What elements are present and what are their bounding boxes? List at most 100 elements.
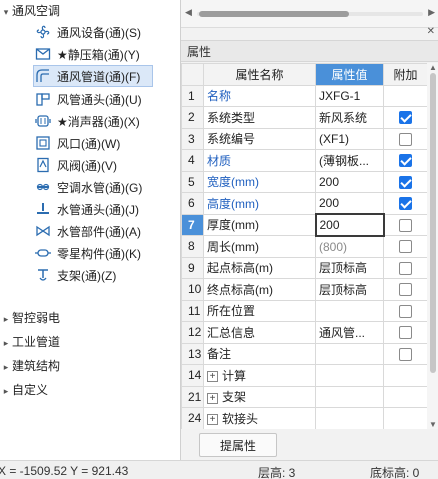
property-row[interactable]: 21 + 支架 [181,385,427,408]
property-value[interactable]: 200 [315,192,384,215]
property-row[interactable]: 6 高度(mm) 200 [181,192,427,215]
tree-group-intelligent-control[interactable]: ▸ 智控弱电 [0,307,60,329]
extra-cell [383,127,427,150]
expand-plus-icon[interactable]: + [207,371,218,383]
property-value[interactable]: 200 [315,170,384,193]
expand-plus-icon[interactable]: + [207,392,218,404]
tree-item-ventilation-equipment[interactable]: 通风设备(通)(S) [34,21,154,43]
property-value[interactable]: (XF1) [315,127,384,150]
property-value[interactable]: (薄钢板... [315,149,384,172]
property-name[interactable]: + 支架 [203,385,316,408]
pipe-component-icon [34,223,52,239]
vertical-scrollbar[interactable]: ▲ ▼ [427,63,438,429]
property-value[interactable] [315,364,384,387]
property-row[interactable]: 8 周长(mm) (800) [181,235,427,258]
property-name: 起点标高(m) [203,256,316,279]
extra-checkbox[interactable] [399,154,412,168]
property-value-editor[interactable]: 200 [314,213,385,237]
expand-arrow-icon[interactable]: ▸ [0,332,12,354]
tree-item-duct-fitting[interactable]: 风管通头(通)(U) [34,88,154,110]
extra-checkbox[interactable] [399,261,412,275]
extra-checkbox[interactable] [399,132,412,146]
extra-checkbox[interactable] [399,347,412,361]
tree-group-hvac[interactable]: ▾ 通风空调 [0,0,60,22]
property-row[interactable]: 3 系统编号 (XF1) [181,127,427,150]
property-name: 材质 [203,149,316,172]
extra-checkbox[interactable] [399,326,412,340]
property-row[interactable]: 4 材质 (薄钢板... [181,149,427,172]
tree-group-industrial-pipe[interactable]: ▸ 工业管道 [0,331,60,353]
row-number: 13 [181,342,204,365]
tree-item-air-outlet[interactable]: 风口(通)(W) [34,132,154,154]
property-row[interactable]: 9 起点标高(m) 层顶标高 [181,256,427,279]
tree-item-plenum-box[interactable]: ★静压箱(通)(Y) [34,43,154,65]
property-value[interactable]: JXFG-1 [315,84,384,107]
property-row[interactable]: 10 终点标高(m) 层顶标高 [181,278,427,301]
panel-title: 属性 [181,40,438,62]
extra-checkbox[interactable] [399,111,412,125]
column-header-name[interactable]: 属性名称 [203,63,316,86]
scroll-left-icon[interactable]: ◀ [185,7,192,18]
property-value[interactable]: 通风管... [315,321,384,344]
property-name-text: 材质 [207,153,232,168]
tree-group-building-structure[interactable]: ▸ 建筑结构 [0,355,60,377]
column-header-extra[interactable]: 附加 [383,63,427,86]
extra-cell [383,192,427,215]
extra-checkbox[interactable] [399,175,412,189]
tree-item-ac-water-pipe[interactable]: 空调水管(通)(G) [34,176,154,198]
expand-arrow-icon[interactable]: ▸ [0,356,12,378]
tree-group-custom[interactable]: ▸ 自定义 [0,379,48,401]
bracket-icon [34,267,52,283]
expand-plus-icon[interactable]: + [207,414,218,426]
tree-item-ventilation-duct[interactable]: 通风管道(通)(F) [33,65,153,87]
extra-checkbox[interactable] [399,283,412,297]
expand-arrow-icon[interactable]: ▸ [0,308,12,330]
property-row[interactable]: 7 厚度(mm) 200 [181,213,427,237]
scrollbar-thumb[interactable] [199,11,349,17]
property-value[interactable] [315,342,384,365]
scroll-down-icon[interactable]: ▼ [429,420,437,429]
column-header-value[interactable]: 属性值 [315,63,384,86]
property-value[interactable] [315,385,384,408]
tree-item-misc-component[interactable]: 零星构件(通)(K) [34,242,154,264]
property-value[interactable] [315,299,384,322]
property-value[interactable]: (800) [315,235,384,258]
collapse-arrow-icon[interactable]: ▾ [0,1,12,23]
extra-checkbox[interactable] [399,197,412,211]
property-row[interactable]: 12 汇总信息 通风管... [181,321,427,344]
property-name-text: 支架 [222,390,247,405]
property-name[interactable]: + 软接头 [203,407,316,429]
tree-item-bracket[interactable]: 支架(通)(Z) [34,264,154,286]
property-row[interactable]: 1 名称 JXFG-1 [181,84,427,107]
property-name[interactable]: + 计算 [203,364,316,387]
property-value[interactable]: 层顶标高 [315,256,384,279]
scroll-up-icon[interactable]: ▲ [429,63,437,72]
property-row[interactable]: 13 备注 [181,342,427,365]
property-value[interactable]: 新风系统 [315,106,384,129]
extra-checkbox[interactable] [399,218,413,232]
tree-item-air-valve[interactable]: 风阀(通)(V) [34,154,154,176]
extract-properties-button[interactable]: 提属性 [199,433,277,457]
property-name-text: 备注 [207,347,232,362]
property-value[interactable]: 层顶标高 [315,278,384,301]
expand-arrow-icon[interactable]: ▸ [0,380,12,402]
property-row[interactable]: 11 所在位置 [181,299,427,322]
property-row[interactable]: 2 系统类型 新风系统 [181,106,427,129]
scroll-right-icon[interactable]: ▶ [428,7,435,18]
tree-item-pipe-fitting[interactable]: 水管通头(通)(J) [34,198,154,220]
close-icon[interactable]: ✕ [427,26,435,37]
property-value[interactable] [315,407,384,429]
horizontal-scrollbar[interactable]: ◀ ▶ [185,7,435,19]
property-row[interactable]: 24 + 软接头 [181,407,427,429]
property-row[interactable]: 5 宽度(mm) 200 [181,170,427,193]
property-name: 系统编号 [203,127,316,150]
property-name: 厚度(mm) [203,213,316,236]
scrollbar-thumb[interactable] [430,73,436,373]
property-name: 所在位置 [203,299,316,322]
extra-cell [383,407,427,429]
extra-checkbox[interactable] [399,240,412,254]
extra-checkbox[interactable] [399,304,412,318]
property-row[interactable]: 14 + 计算 [181,364,427,387]
tree-item-pipe-component[interactable]: 水管部件(通)(A) [34,220,154,242]
tree-item-silencer[interactable]: ★消声器(通)(X) [34,110,154,132]
